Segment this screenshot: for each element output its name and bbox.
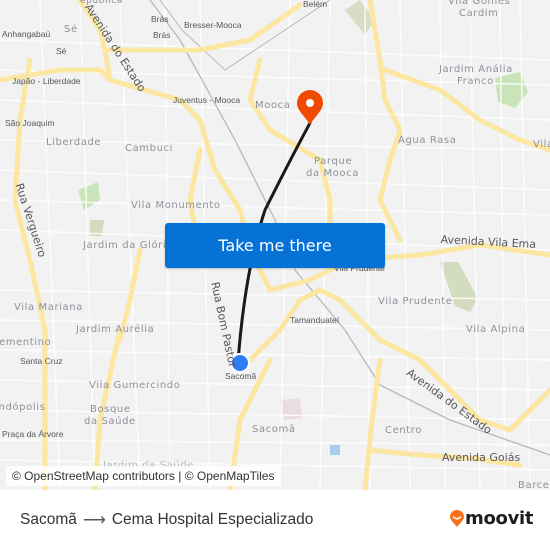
park-area xyxy=(78,182,100,210)
station-label: Santa Cruz xyxy=(20,356,63,366)
area-label: Cardim xyxy=(459,8,499,19)
area-label: da Mooca xyxy=(306,168,359,179)
station-label: Bresser-Mooca xyxy=(184,20,242,30)
station-label: Japão - Liberdade xyxy=(12,76,81,86)
destination-name: Cema Hospital Especializado xyxy=(111,511,314,528)
water-area xyxy=(330,445,340,455)
station-label: Praça da Árvore xyxy=(2,429,64,439)
station-label: Tamanduateí xyxy=(290,315,340,325)
area-label: Vila Monumento xyxy=(131,200,221,211)
station-label: Anhangabaú xyxy=(2,29,51,39)
origin-name: Sacomã xyxy=(20,511,77,528)
area-label: Vila Gumercindo xyxy=(89,380,181,391)
railway-line xyxy=(159,0,331,71)
area-label: Jardim da Glória xyxy=(83,240,173,251)
area-label: Sé xyxy=(64,24,78,35)
map-attribution[interactable]: © OpenStreetMap contributors | © OpenMap… xyxy=(6,466,281,486)
park-area xyxy=(495,72,528,108)
station-label: Brás xyxy=(151,14,169,24)
area-label: Água Rasa xyxy=(398,135,457,146)
area-label: Cambuci xyxy=(125,143,174,154)
area-label: Liberdade xyxy=(46,137,102,148)
area-label: Parque xyxy=(314,156,353,167)
pin-hole xyxy=(306,99,314,107)
station-label: Belém xyxy=(303,0,328,9)
station-label: São Joaquim xyxy=(5,118,55,128)
area-label: Franco xyxy=(457,76,494,87)
area-label: Vila Gomes xyxy=(448,0,511,7)
area-label: Vila xyxy=(533,139,550,150)
area-label: Bosque xyxy=(90,404,131,415)
arrow-right-icon: ⟶ xyxy=(82,512,106,529)
area-label: Vila Prudente xyxy=(378,296,453,307)
destination-marker[interactable] xyxy=(297,90,323,125)
station-label: Juventus - Mooca xyxy=(173,95,241,105)
station-label: Sé xyxy=(56,46,67,56)
moovit-logo[interactable]: moovit xyxy=(449,508,534,529)
take-me-there-button[interactable]: Take me there xyxy=(165,223,385,268)
area-label: Centro xyxy=(385,425,423,436)
moovit-wordmark: moovit xyxy=(465,508,534,529)
area-label: Mooca xyxy=(255,100,291,111)
area-label: Barcel xyxy=(518,480,550,491)
map-view[interactable]: epública Sé Anhangabaú Sé Japão - Liberd… xyxy=(0,0,550,490)
area-label: Jardim Anália xyxy=(439,64,513,75)
area-label: da Saúde xyxy=(84,416,136,427)
route-title: Sacomã ⟶ Cema Hospital Especializado xyxy=(20,510,313,530)
area-label: Clementino xyxy=(0,337,52,348)
area-label: Jardim Aurélia xyxy=(76,324,155,335)
pin-icon xyxy=(297,90,323,125)
road-label: Avenida Goiás xyxy=(442,451,521,464)
hospital-area xyxy=(280,398,302,420)
area-label: Sacomã xyxy=(252,424,296,435)
area-label: Indópolis xyxy=(0,402,46,413)
station-label: Sacomã xyxy=(225,371,257,381)
moovit-pin-icon xyxy=(450,509,464,527)
area-label: Vila Mariana xyxy=(14,302,83,313)
area-label: Vila Alpina xyxy=(466,324,526,335)
station-label: Brás xyxy=(153,30,171,40)
